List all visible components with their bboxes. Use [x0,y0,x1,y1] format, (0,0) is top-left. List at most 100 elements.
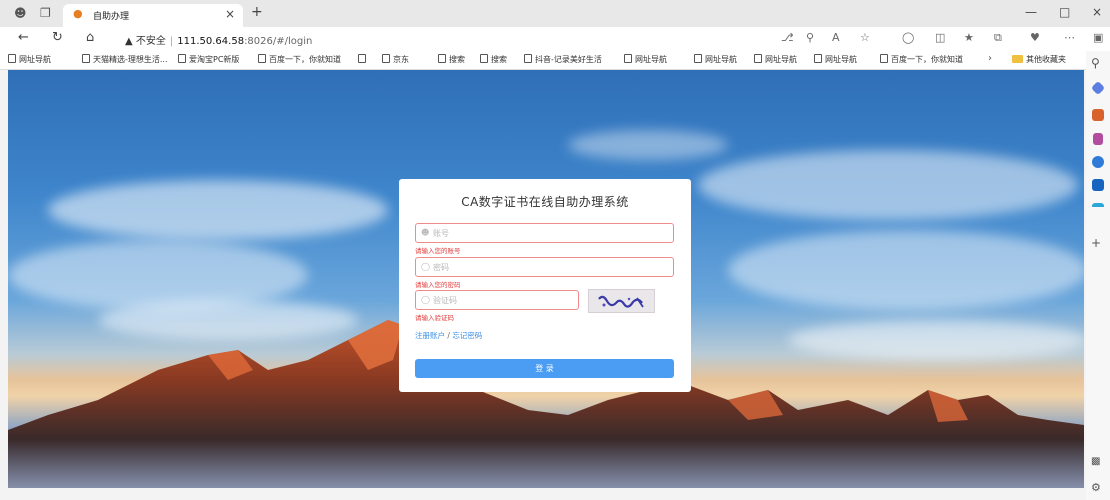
url-path: :8026/#/login [244,36,313,47]
page-background: CA数字证书在线自助办理系统 ☻ 请输入您的账号 ◯ 请输入您的密码 ◯ 请输入… [8,70,1084,488]
refresh-icon[interactable]: ↻ [52,30,63,45]
bookmark-item[interactable]: 抖音-记录美好生活 [524,54,602,65]
shield-icon: ◯ [421,295,430,304]
bookmark-item[interactable]: 爱淘宝PC新版 [178,54,239,65]
performance-icon[interactable]: ♥ [1030,31,1040,44]
search-icon[interactable]: ⚲ [1091,56,1100,70]
account-links: 注册账户 / 忘记密码 [415,330,482,341]
bookmark-label: 京东 [393,55,409,64]
bookmark-label: 网址导航 [825,55,857,64]
bookmark-label: 百度一下，你就知道 [269,55,341,64]
page-icon [8,54,16,63]
page-title: CA数字证书在线自助办理系统 [461,195,629,209]
collections-icon[interactable]: ⧉ [994,31,1002,45]
bookmark-item[interactable]: 网址导航 [624,54,667,65]
bookmark-label: 搜索 [491,55,507,64]
forgot-password-link[interactable]: 忘记密码 [452,331,482,340]
page-icon [438,54,446,63]
page-icon [524,54,532,63]
address-toolbar: ← ↻ ⌂ ▲ 不安全 | 111.50.64.58:8026/#/login ⎇ … [0,27,1110,51]
other-favorites-folder[interactable]: 其他收藏夹 [1012,54,1066,65]
split-screen-icon[interactable]: ◫ [935,31,945,44]
captcha-input[interactable] [433,291,573,309]
bookmark-item[interactable]: 搜索 [480,54,507,65]
page-icon [754,54,762,63]
bookmark-item[interactable]: 搜索 [438,54,465,65]
bookmark-item[interactable]: 天猫精选-理想生活... [82,54,168,65]
zoom-icon[interactable]: ⚲ [806,31,814,44]
bookmarks-overflow-icon[interactable]: › [988,53,992,64]
bookmark-item[interactable]: 网址导航 [814,54,857,65]
bookmark-item[interactable]: 百度一下，你就知道 [258,54,341,65]
account-field[interactable]: ☻ [415,223,674,243]
register-link[interactable]: 注册账户 [415,331,445,340]
outlook-icon[interactable] [1092,179,1104,191]
password-error: 请输入您的密码 [415,281,461,289]
bookmark-item[interactable]: 网址导航 [754,54,797,65]
url-host: 111.50.64.58 [177,36,245,47]
page-icon [358,54,366,63]
page-icon [82,54,90,63]
office-icon[interactable] [1092,156,1104,168]
back-icon[interactable]: ← [18,30,29,45]
bookmark-label: 网址导航 [765,55,797,64]
page-icon [178,54,186,63]
captcha-image[interactable] [588,289,655,313]
bookmark-label: 搜索 [449,55,465,64]
account-input[interactable] [433,224,668,242]
tag-icon[interactable] [1090,80,1106,96]
password-input[interactable] [433,258,668,276]
captcha-error: 请输入验证码 [415,314,454,322]
tab-favicon-icon: ● [73,7,83,20]
page-icon [624,54,632,63]
address-input[interactable]: ▲ 不安全 | 111.50.64.58:8026/#/login [125,32,312,47]
captcha-field[interactable]: ◯ [415,290,579,310]
copilot-icon[interactable]: ▣ [1093,31,1103,44]
read-aloud-icon[interactable]: A [832,31,840,44]
page-icon [694,54,702,63]
more-icon[interactable]: ⋯ [1064,31,1075,44]
restore-icon[interactable]: □ [1059,5,1070,19]
new-tab-icon[interactable]: + [251,4,263,20]
page-icon [814,54,822,63]
close-tab-icon[interactable]: × [225,7,235,21]
captcha-glyphs [598,295,644,308]
translate-icon[interactable]: ⎇ [781,31,794,44]
bookmark-label: 抖音-记录美好生活 [535,55,602,64]
screenshot-icon[interactable]: ▩ [1091,456,1100,467]
bookmark-label: 网址导航 [19,55,51,64]
password-field[interactable]: ◯ [415,257,674,277]
bookmark-label: 爱淘宝PC新版 [189,55,240,64]
bookmark-item[interactable]: 网址导航 [694,54,737,65]
favorites-icon[interactable]: ★ [964,31,974,44]
login-button[interactable]: 登 录 [415,359,674,378]
edge-sidebar: ⚲ + ▩ ⚙ [1086,51,1110,500]
profile-icon[interactable]: ☻ [14,6,27,20]
bookmark-item[interactable] [358,54,369,64]
drop-icon[interactable] [1092,203,1104,211]
bookmark-label: 网址导航 [705,55,737,64]
toolbox-icon[interactable] [1092,109,1104,121]
insecure-label: 不安全 [135,36,166,47]
window-close-icon[interactable]: × [1092,5,1102,19]
folder-icon [1012,55,1023,63]
tab-actions-icon[interactable]: ❐ [40,6,51,20]
extensions-icon[interactable]: ◯ [902,31,914,44]
home-icon[interactable]: ⌂ [86,30,94,45]
warning-icon: ▲ [125,36,133,47]
tab-title: 自助办理 [93,12,130,22]
bookmark-item[interactable]: 网址导航 [8,54,51,65]
browser-tab[interactable]: ● 自助办理 × [63,4,243,27]
add-sidebar-icon[interactable]: + [1091,236,1101,250]
account-error: 请输入您的账号 [415,247,461,255]
people-icon[interactable] [1093,133,1103,145]
favorite-star-icon[interactable]: ☆ [860,31,870,44]
bookmark-item[interactable]: 京东 [382,54,409,65]
minimize-icon[interactable]: — [1025,5,1037,19]
login-card: CA数字证书在线自助办理系统 ☻ 请输入您的账号 ◯ 请输入您的密码 ◯ 请输入… [399,179,691,392]
bookmark-label: 天猫精选-理想生活... [93,55,168,64]
page-icon [880,54,888,63]
settings-icon[interactable]: ⚙ [1091,481,1101,494]
page-icon [258,54,266,63]
bookmark-item[interactable]: 百度一下，你就知道 [880,54,963,65]
